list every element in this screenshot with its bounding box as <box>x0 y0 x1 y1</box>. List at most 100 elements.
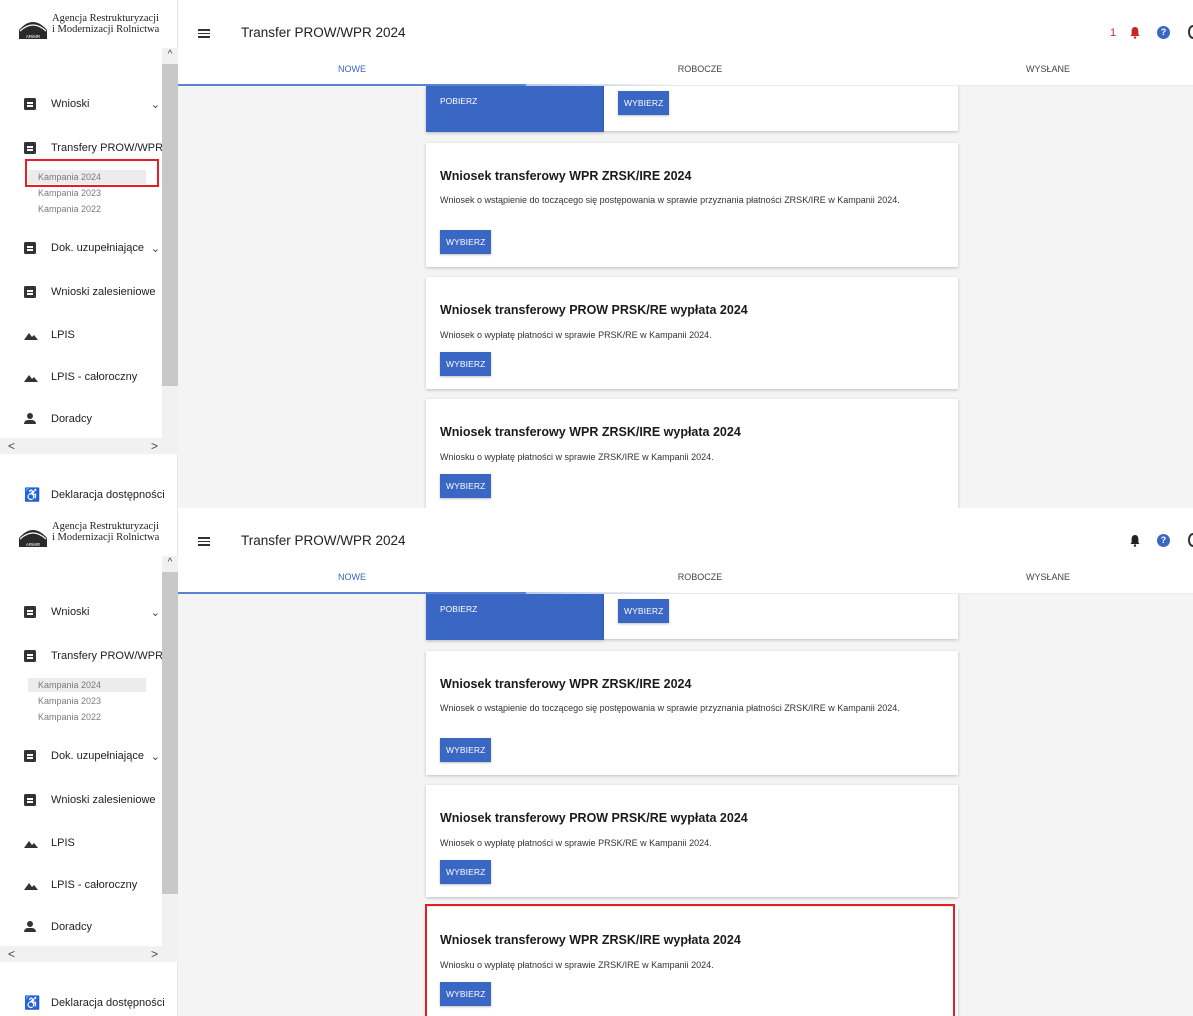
wybierz-button[interactable]: WYBIERZ <box>440 982 492 1006</box>
wybierz-button[interactable]: WYBIERZ <box>440 230 492 254</box>
sub-item-kampania-2022[interactable]: Kampania 2022 <box>28 710 146 724</box>
wybierz-button[interactable]: WYBIERZ <box>440 738 492 762</box>
logo-line-1: Agencja Restrukturyzacji <box>52 521 159 532</box>
sidebar-item-label: Doradcy <box>51 413 92 425</box>
card-prow-prsk-re-wyplata-2024: Wniosek transferowy PROW PRSK/RE wypłata… <box>426 785 958 897</box>
card-description: Wniosek o wstąpienie do toczącego się po… <box>440 703 900 713</box>
chevron-down-icon: ⌄ <box>150 243 160 254</box>
sidebar-item-dok-uzupelniajace[interactable]: Dok. uzupełniające ⌄ <box>24 242 170 254</box>
sidebar-item-doradcy[interactable]: Doradcy <box>24 413 170 425</box>
tab-wyslane[interactable]: WYSŁANE <box>874 570 1193 594</box>
help-icon[interactable]: ? <box>1157 26 1170 39</box>
user-icon[interactable] <box>1188 25 1193 39</box>
person-icon <box>24 413 36 425</box>
scroll-right-arrow-icon[interactable]: > <box>151 947 158 961</box>
sidebar-item-label: Transfery PROW/WPR <box>51 142 164 154</box>
clipboard-icon <box>24 650 36 662</box>
sidebar-item-accessibility[interactable]: ♿ Deklaracja dostępności <box>24 996 165 1009</box>
menu-icon[interactable] <box>198 537 210 546</box>
sidebar-item-label: Wnioski zalesieniowe <box>51 286 156 298</box>
person-icon <box>24 921 36 933</box>
wybierz-button[interactable]: WYBIERZ <box>440 860 492 884</box>
chevron-down-icon: ⌄ <box>150 99 160 110</box>
sidebar-item-label: LPIS - całoroczny <box>51 879 138 891</box>
app-screenshot-panel-bottom: ARiMR Agencja Restrukturyzacji i Moderni… <box>0 508 1193 1016</box>
pobierz-card[interactable]: POBIERZ <box>426 86 604 132</box>
accessibility-icon: ♿ <box>24 487 41 502</box>
chevron-down-icon: ⌄ <box>150 751 160 762</box>
card-title: Wniosek transferowy WPR ZRSK/IRE wypłata… <box>440 933 741 947</box>
pobierz-card[interactable]: POBIERZ <box>426 594 604 640</box>
card-wpr-zrsk-ire-2024: Wniosek transferowy WPR ZRSK/IRE 2024 Wn… <box>426 143 958 267</box>
sub-item-kampania-2022[interactable]: Kampania 2022 <box>28 202 146 216</box>
sidebar-item-wnioski[interactable]: Wnioski ⌄ <box>24 606 170 618</box>
sidebar-item-doradcy[interactable]: Doradcy <box>24 921 170 933</box>
sidebar-vertical-scrollbar[interactable]: ^ ⌄ <box>162 48 178 454</box>
tab-wyslane[interactable]: WYSŁANE <box>874 62 1193 86</box>
sub-item-kampania-2023[interactable]: Kampania 2023 <box>28 186 146 200</box>
arimr-logo[interactable]: ARiMR Agencja Restrukturyzacji i Moderni… <box>18 521 159 548</box>
wybierz-button[interactable]: WYBIERZ <box>618 599 670 623</box>
help-icon[interactable]: ? <box>1157 534 1170 547</box>
sidebar-item-label: LPIS <box>51 837 75 849</box>
clipboard-icon <box>24 142 36 154</box>
sidebar-item-accessibility[interactable]: ♿ Deklaracja dostępności <box>24 488 165 501</box>
main-content: POBIERZ WYBIERZ Wniosek transferowy WPR … <box>178 86 1193 508</box>
sidebar-item-label: LPIS - całoroczny <box>51 371 138 383</box>
sidebar-item-label: Wnioski <box>51 98 90 110</box>
bell-icon[interactable] <box>1130 534 1140 547</box>
logo-mark-icon: ARiMR <box>18 16 48 40</box>
sidebar-item-label: Wnioski <box>51 606 90 618</box>
chevron-down-icon: ⌄ <box>150 607 160 618</box>
wybierz-button[interactable]: WYBIERZ <box>618 91 670 115</box>
sidebar: ARiMR Agencja Restrukturyzacji i Moderni… <box>0 508 178 1016</box>
sidebar-item-wnioski-zalesieniowe[interactable]: Wnioski zalesieniowe <box>24 286 170 298</box>
tab-robocze[interactable]: ROBOCZE <box>526 62 874 86</box>
scrollbar-thumb[interactable] <box>162 64 178 386</box>
sidebar-item-wnioski[interactable]: Wnioski ⌄ <box>24 98 170 110</box>
clipboard-icon <box>24 286 36 298</box>
logo-line-1: Agencja Restrukturyzacji <box>52 13 159 24</box>
scroll-up-arrow-icon[interactable]: ^ <box>165 50 175 60</box>
card-description: Wniosku o wypłatę płatności w sprawie ZR… <box>440 452 714 462</box>
scroll-right-arrow-icon[interactable]: > <box>151 439 158 453</box>
card-description: Wniosek o wypłatę płatności w sprawie PR… <box>440 838 712 848</box>
sidebar-vertical-scrollbar[interactable]: ^ ⌄ <box>162 556 178 962</box>
sidebar-horizontal-scrollbar[interactable]: < > <box>0 438 178 454</box>
svg-text:ARiMR: ARiMR <box>26 34 41 39</box>
user-icon[interactable] <box>1188 533 1193 547</box>
sub-item-kampania-2023[interactable]: Kampania 2023 <box>28 694 146 708</box>
card-title: Wniosek transferowy WPR ZRSK/IRE 2024 <box>440 169 692 183</box>
app-screenshot-panel-top: ARiMR Agencja Restrukturyzacji i Moderni… <box>0 0 1193 508</box>
sidebar-item-wnioski-zalesieniowe[interactable]: Wnioski zalesieniowe <box>24 794 170 806</box>
wybierz-button[interactable]: WYBIERZ <box>440 352 492 376</box>
mountain-icon <box>24 329 38 341</box>
tab-nowe[interactable]: NOWE <box>178 62 526 86</box>
sidebar-horizontal-scrollbar[interactable]: < > <box>0 946 178 962</box>
sidebar-item-lpis[interactable]: LPIS <box>24 329 170 341</box>
arimr-logo[interactable]: ARiMR Agencja Restrukturyzacji i Moderni… <box>18 13 159 40</box>
scrollbar-thumb[interactable] <box>162 572 178 894</box>
wybierz-button[interactable]: WYBIERZ <box>440 474 492 498</box>
accessibility-label: Deklaracja dostępności <box>51 996 165 1009</box>
sidebar-item-lpis-caloroczny[interactable]: LPIS - całoroczny <box>24 879 170 891</box>
sidebar-item-lpis[interactable]: LPIS <box>24 837 170 849</box>
menu-icon[interactable] <box>198 29 210 38</box>
sidebar-item-lpis-caloroczny[interactable]: LPIS - całoroczny <box>24 371 170 383</box>
sidebar-item-transfery[interactable]: Transfery PROW/WPR <box>24 142 170 154</box>
sub-item-kampania-2024[interactable]: Kampania 2024 <box>28 170 146 184</box>
tab-robocze[interactable]: ROBOCZE <box>526 570 874 594</box>
sidebar-scroll-area: Wnioski ⌄ Transfery PROW/WPR Kampania 20… <box>0 556 178 970</box>
bell-icon[interactable] <box>1130 26 1140 39</box>
scroll-up-arrow-icon[interactable]: ^ <box>165 558 175 568</box>
scroll-left-arrow-icon[interactable]: < <box>8 439 15 453</box>
scroll-left-arrow-icon[interactable]: < <box>8 947 15 961</box>
card-wpr-zrsk-ire-wyplata-2024: Wniosek transferowy WPR ZRSK/IRE wypłata… <box>426 907 958 1016</box>
tab-nowe[interactable]: NOWE <box>178 570 526 594</box>
sub-item-kampania-2024[interactable]: Kampania 2024 <box>28 678 146 692</box>
card-title: Wniosek transferowy WPR ZRSK/IRE wypłata… <box>440 425 741 439</box>
sidebar-item-label: Transfery PROW/WPR <box>51 650 164 662</box>
sidebar-item-dok-uzupelniajace[interactable]: Dok. uzupełniające ⌄ <box>24 750 170 762</box>
sidebar-item-transfery[interactable]: Transfery PROW/WPR <box>24 650 170 662</box>
sidebar-item-label: Dok. uzupełniające <box>51 242 144 254</box>
